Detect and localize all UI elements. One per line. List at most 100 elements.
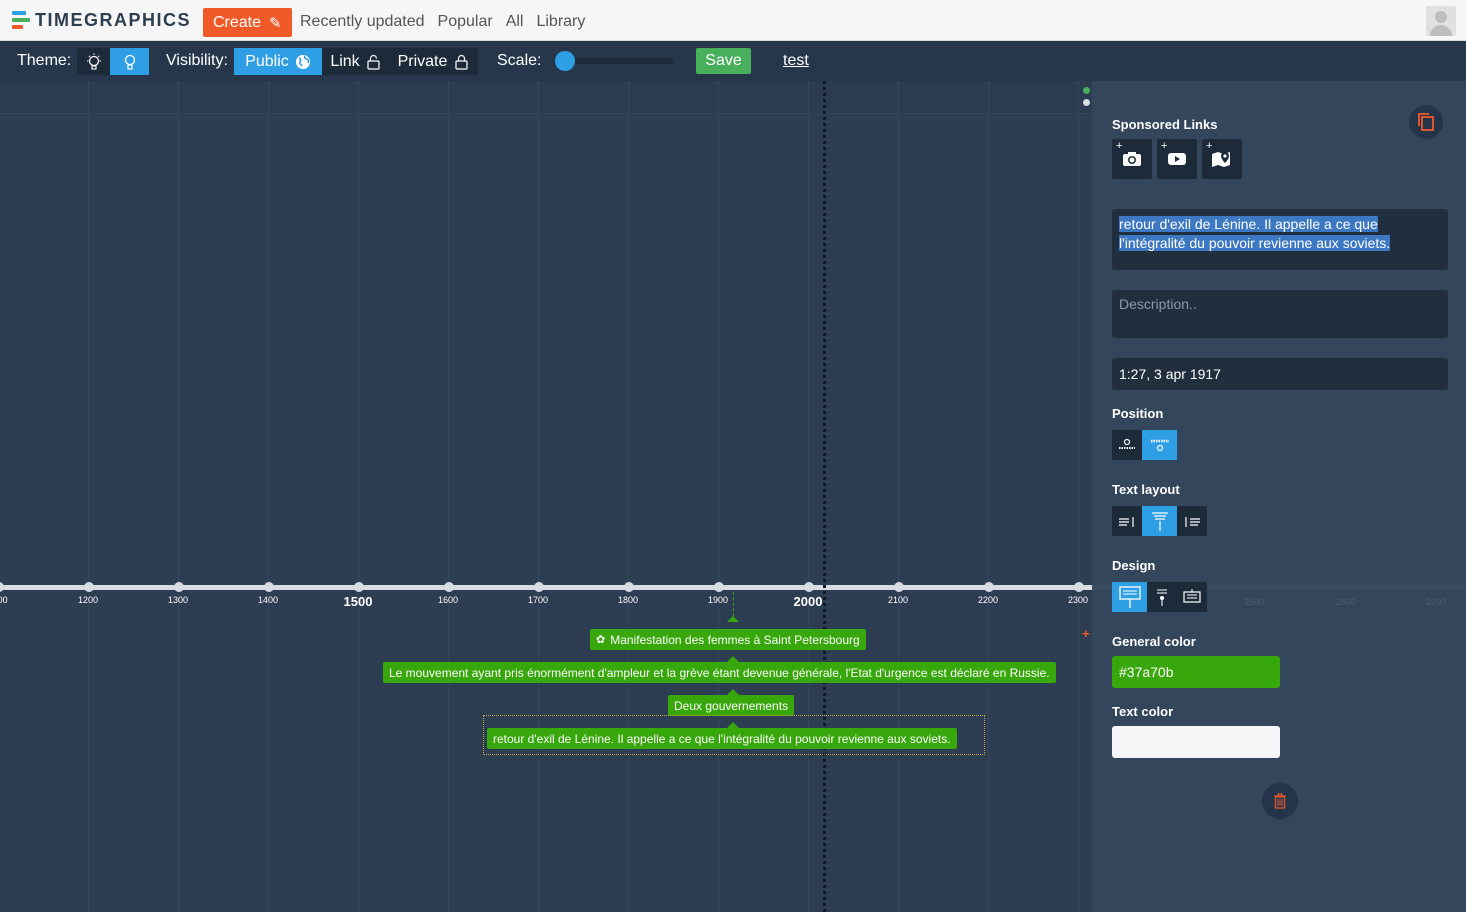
text-color-input[interactable] xyxy=(1112,726,1280,758)
timeline-title-link[interactable]: test xyxy=(783,52,809,70)
theme-toggle xyxy=(77,48,149,75)
axis-tick-label: 2000 xyxy=(793,594,823,609)
faint-tick-label: 2500 xyxy=(1244,597,1265,607)
video-play-icon xyxy=(1168,153,1186,165)
grid-line xyxy=(1078,81,1079,912)
event-description-input[interactable]: Description.. xyxy=(1112,290,1448,338)
grid-line xyxy=(538,81,539,912)
align-center-icon xyxy=(1151,512,1168,531)
nav-link-recently-updated[interactable]: Recently updated xyxy=(300,13,425,31)
unlock-icon xyxy=(367,54,380,70)
grid-line xyxy=(628,81,629,912)
visibility-public-option[interactable]: Public xyxy=(234,48,322,75)
axis-tick-dot xyxy=(1074,582,1084,592)
add-photo-button[interactable]: + xyxy=(1112,139,1152,179)
scale-label: Scale: xyxy=(497,52,542,69)
event-title-text: retour d'exil de Lénine. Il appelle a ce… xyxy=(1119,216,1391,251)
add-event-icon[interactable]: + xyxy=(1082,626,1090,641)
design-card-option[interactable] xyxy=(1177,582,1207,612)
grid-line xyxy=(268,81,269,912)
trash-icon xyxy=(1274,793,1286,809)
delete-event-button[interactable] xyxy=(1262,783,1298,819)
design-card-icon xyxy=(1183,589,1201,603)
selected-event-card[interactable]: retour d'exil de Lénine. Il appelle a ce… xyxy=(487,728,957,749)
grid-line xyxy=(808,81,809,912)
event-edit-panel: 2500 2600 2700 Sponsored Links + + + ret… xyxy=(1092,81,1466,912)
position-below-icon xyxy=(1150,439,1169,452)
minimap-dots xyxy=(1083,87,1090,111)
event-card[interactable]: Deux gouvernements xyxy=(668,695,795,716)
nav-link-popular[interactable]: Popular xyxy=(438,13,493,31)
text-layout-toggle xyxy=(1112,506,1207,536)
theme-dark-option[interactable] xyxy=(110,48,149,75)
axis-tick-label: 1400 xyxy=(257,595,279,605)
text-layout-center-option[interactable] xyxy=(1142,506,1177,536)
globe-icon xyxy=(295,54,310,69)
theme-label: Theme: xyxy=(17,52,72,69)
theme-light-option[interactable] xyxy=(77,48,110,75)
axis-tick-label: 1900 xyxy=(707,595,729,605)
add-map-button[interactable]: + xyxy=(1202,139,1242,179)
copy-icon xyxy=(1418,113,1434,131)
position-above-option[interactable] xyxy=(1112,430,1142,460)
axis-tick-label: 2200 xyxy=(977,595,999,605)
create-button[interactable]: Create ✎ xyxy=(203,8,292,37)
canvas-header-band xyxy=(0,81,1092,114)
nav-link-all[interactable]: All xyxy=(506,13,524,31)
axis-tick-label: 2100 xyxy=(887,595,909,605)
event-card[interactable]: ✿ Manifestation des femmes à Saint Peter… xyxy=(590,629,866,650)
logo-mark-icon xyxy=(12,11,30,29)
axis-tick-dot xyxy=(624,582,634,592)
grid-line xyxy=(178,81,179,912)
general-color-label: General color xyxy=(1112,634,1196,649)
axis-tick-label: 1700 xyxy=(527,595,549,605)
visibility-private-label: Private xyxy=(397,52,448,70)
scale-slider-track[interactable] xyxy=(560,58,674,64)
event-label: Deux gouvernements xyxy=(674,698,789,713)
align-right-icon xyxy=(1185,517,1200,527)
event-date-input[interactable]: 1:27, 3 apr 1917 xyxy=(1112,358,1448,390)
grid-line xyxy=(88,81,89,912)
lock-icon xyxy=(455,54,468,70)
flower-icon: ✿ xyxy=(596,634,606,646)
timeline-axis xyxy=(0,585,1092,590)
design-box-option[interactable] xyxy=(1112,582,1147,612)
visibility-link-label: Link xyxy=(330,52,360,70)
timegraphics-logo[interactable]: TIMEGRAPHICS xyxy=(12,10,191,30)
add-video-button[interactable]: + xyxy=(1157,139,1197,179)
copy-event-button[interactable] xyxy=(1409,105,1443,139)
text-layout-right-option[interactable] xyxy=(1177,506,1207,536)
axis-tick-label: 1600 xyxy=(437,595,459,605)
design-box-icon xyxy=(1118,586,1141,608)
nav-link-library[interactable]: Library xyxy=(536,13,585,31)
visibility-link-option[interactable]: Link xyxy=(322,48,388,75)
event-label: Le mouvement ayant pris énormément d'amp… xyxy=(389,665,1050,680)
visibility-toggle: Public Link Private xyxy=(234,48,478,75)
axis-tick-dot xyxy=(534,582,544,592)
nav-links: Recently updated Popular All Library xyxy=(300,13,585,31)
event-pointer xyxy=(727,616,739,622)
visibility-private-option[interactable]: Private xyxy=(388,48,478,75)
position-below-option[interactable] xyxy=(1142,430,1177,460)
position-above-icon xyxy=(1119,438,1135,449)
axis-tick-label: 2300 xyxy=(1067,595,1089,605)
position-toggle xyxy=(1112,430,1177,460)
pencil-icon: ✎ xyxy=(269,14,282,32)
current-time-marker xyxy=(823,81,826,912)
axis-tick-dot xyxy=(174,582,184,592)
design-pin-option[interactable] xyxy=(1147,582,1177,612)
timeline-canvas[interactable]: 1100 1200 1300 1400 1500 1600 1700 1800 1900 2000… xyxy=(0,81,1092,912)
axis-tick-dot xyxy=(264,582,274,592)
text-layout-left-option[interactable] xyxy=(1112,506,1142,536)
save-button[interactable]: Save xyxy=(696,48,751,74)
axis-tick-dot xyxy=(444,582,454,592)
event-title-input[interactable]: retour d'exil de Lénine. Il appelle a ce… xyxy=(1112,209,1448,270)
user-avatar[interactable] xyxy=(1426,6,1456,36)
design-pin-icon xyxy=(1157,589,1167,606)
text-layout-label: Text layout xyxy=(1112,482,1180,497)
general-color-input[interactable]: #37a70b xyxy=(1112,656,1280,688)
event-card[interactable]: Le mouvement ayant pris énormément d'amp… xyxy=(383,662,1056,683)
scale-slider-handle[interactable] xyxy=(555,51,575,71)
text-color-label: Text color xyxy=(1112,704,1174,719)
event-label: retour d'exil de Lénine. Il appelle a ce… xyxy=(493,731,951,746)
